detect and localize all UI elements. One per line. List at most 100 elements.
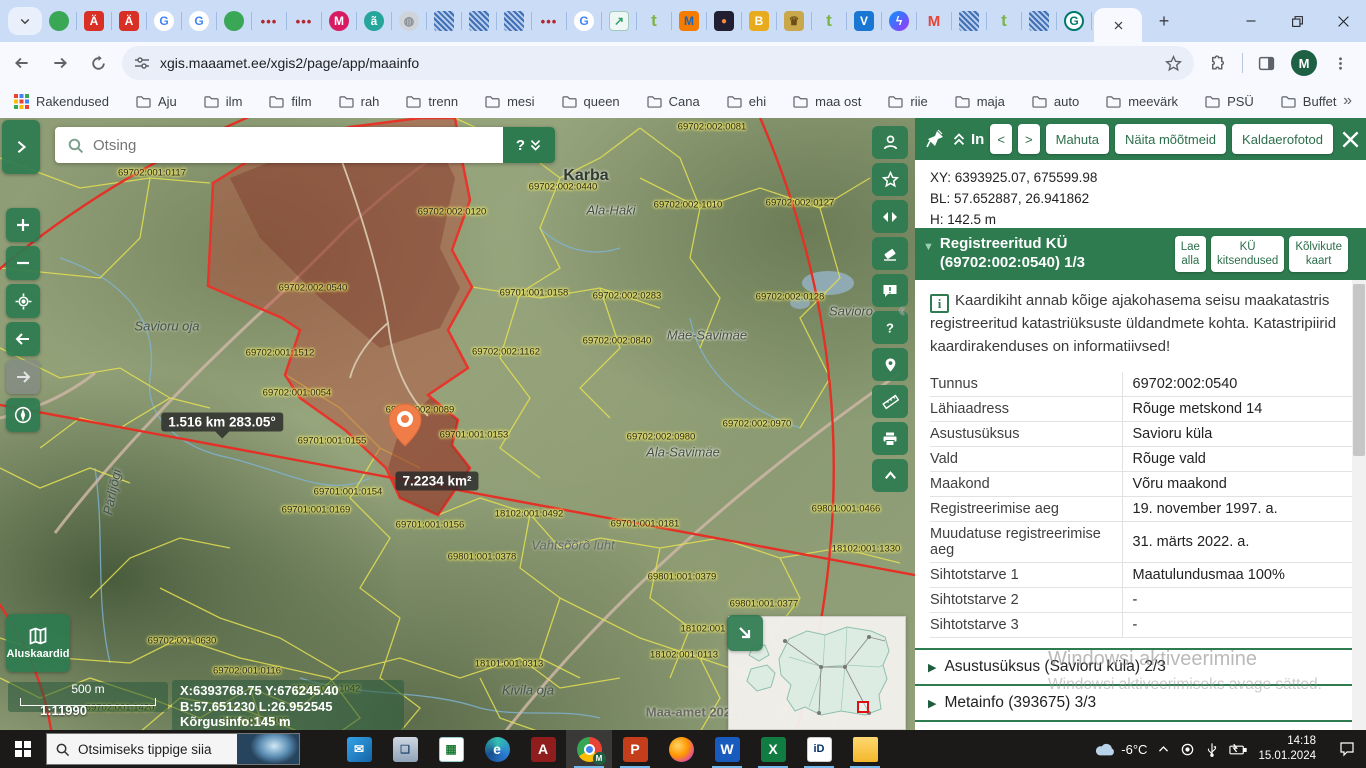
print-button[interactable] xyxy=(872,422,908,455)
usb-icon[interactable] xyxy=(1205,742,1219,757)
tab-waves[interactable] xyxy=(959,11,979,31)
taskbar-excel-app[interactable]: X xyxy=(750,730,796,768)
tab-waves[interactable] xyxy=(434,11,454,31)
search-options[interactable]: ? xyxy=(503,127,555,163)
new-tab-button[interactable]: + xyxy=(1150,7,1178,35)
collapse-toolbar-button[interactable] xyxy=(872,459,908,492)
chevrons-up-icon[interactable] xyxy=(951,131,967,147)
map-search-bar[interactable]: ? xyxy=(55,127,555,163)
bookmark-folder[interactable]: PSÜ xyxy=(1205,94,1254,109)
bookmark-folder[interactable]: rah xyxy=(339,94,380,109)
bookmark-folder[interactable]: mesi xyxy=(485,94,534,109)
tab-green-circle[interactable] xyxy=(224,11,244,31)
eraser-button[interactable] xyxy=(872,237,908,270)
panel-scrollbar-thumb[interactable] xyxy=(1353,284,1365,456)
section-button-k-kitsendused[interactable]: KÜkitsendused xyxy=(1211,236,1284,273)
taskbar-powerpoint-app[interactable]: P xyxy=(612,730,658,768)
history-back-button[interactable] xyxy=(6,322,40,356)
expand-sidebar-button[interactable] xyxy=(2,120,40,174)
menu-kebab-icon[interactable] xyxy=(1325,48,1355,78)
user-button[interactable] xyxy=(872,126,908,159)
taskbar-acrobat-app[interactable]: A xyxy=(520,730,566,768)
tab-gmail[interactable]: M xyxy=(924,11,944,31)
bookmark-folder[interactable]: maja xyxy=(955,94,1005,109)
bookmark-apps[interactable]: Rakendused xyxy=(14,94,109,109)
taskbar-file-explorer[interactable] xyxy=(842,730,888,768)
taskbar-spreadsheet-app[interactable]: ▦ xyxy=(428,730,474,768)
taskbar-remote-desktop-app[interactable]: ❑ xyxy=(382,730,428,768)
forward-icon[interactable] xyxy=(44,47,76,79)
next-feature-button[interactable]: > xyxy=(1018,124,1040,154)
search-input[interactable] xyxy=(93,137,503,154)
tab-google[interactable]: G xyxy=(574,11,594,31)
tab-dots[interactable]: ••• xyxy=(259,11,279,31)
tab-search-button[interactable] xyxy=(8,7,42,35)
close-panel-icon[interactable] xyxy=(1341,130,1360,149)
url-text[interactable]: xgis.maaamet.ee/xgis2/page/app/maainfo xyxy=(160,55,419,71)
panel-button-mahuta[interactable]: Mahuta xyxy=(1046,124,1109,154)
search-highlight-image[interactable] xyxy=(237,734,299,764)
weather-widget[interactable]: -6°C xyxy=(1094,741,1147,757)
bookmark-folder[interactable]: Cana xyxy=(647,94,700,109)
battery-plug-icon[interactable] xyxy=(1229,743,1248,756)
tab-m-pink[interactable]: M xyxy=(329,11,349,31)
tab-t-green[interactable]: t xyxy=(819,11,839,31)
search-help-button[interactable]: ? xyxy=(516,137,525,154)
notification-center-icon[interactable] xyxy=(1328,730,1366,768)
restore-icon[interactable] xyxy=(1274,0,1320,42)
tab-m-orange[interactable]: M xyxy=(679,11,699,31)
tab-v-blue[interactable]: V xyxy=(854,11,874,31)
taskbar-mail-app[interactable]: ✉ xyxy=(336,730,382,768)
extensions-icon[interactable] xyxy=(1202,48,1232,78)
tab-g-circle[interactable]: G xyxy=(1064,11,1084,31)
side-panel-icon[interactable] xyxy=(1251,48,1281,78)
bookmark-folder[interactable]: auto xyxy=(1032,94,1079,109)
back-icon[interactable] xyxy=(6,47,38,79)
tab-chart[interactable]: ↗ xyxy=(609,11,629,31)
tab-close-icon[interactable] xyxy=(1113,20,1124,31)
tab-flame[interactable]: ● xyxy=(714,11,734,31)
layer-section-header[interactable]: ▼ Registreeritud KÜ (69702:002:0540) 1/3… xyxy=(915,228,1366,280)
bookmark-folder[interactable]: queen xyxy=(562,94,620,109)
overview-toggle-button[interactable] xyxy=(727,615,763,651)
basemap-button[interactable]: Aluskaardid xyxy=(6,614,70,672)
marker-button[interactable] xyxy=(872,348,908,381)
bookmarks-overflow-icon[interactable]: » xyxy=(1343,92,1352,110)
start-button[interactable] xyxy=(0,730,46,768)
zoom-out-button[interactable] xyxy=(6,246,40,280)
favorites-button[interactable] xyxy=(872,163,908,196)
tab-seal[interactable]: ◍ xyxy=(399,11,419,31)
panel-button-kaldaerofotod[interactable]: Kaldaerofotod xyxy=(1232,124,1333,154)
bookmark-folder[interactable]: trenn xyxy=(406,94,458,109)
map-marker-pin[interactable] xyxy=(388,403,422,447)
pushpin-icon[interactable] xyxy=(925,129,945,149)
zoom-in-button[interactable] xyxy=(6,208,40,242)
tab-green-circle[interactable] xyxy=(49,11,69,31)
bookmark-folder[interactable]: maa ost xyxy=(793,94,861,109)
tab-dots[interactable]: ••• xyxy=(294,11,314,31)
tab-coat-of-arms[interactable]: ♛ xyxy=(784,11,804,31)
site-settings-icon[interactable] xyxy=(134,55,150,71)
tab-b-yellow[interactable]: B xyxy=(749,11,769,31)
taskbar-chrome-browser[interactable]: M xyxy=(566,730,612,768)
prev-feature-button[interactable]: < xyxy=(990,124,1012,154)
taskbar-search[interactable]: Otsimiseks tippige siia xyxy=(46,733,300,765)
collapsed-section[interactable]: ▶Asustusüksus (Savioru küla) 2/3 xyxy=(915,648,1352,684)
taskbar-clock[interactable]: 14:18 15.01.2024 xyxy=(1258,734,1316,764)
tab-google[interactable]: G xyxy=(189,11,209,31)
bookmark-folder[interactable]: riie xyxy=(888,94,927,109)
tab-red-a[interactable]: Ä xyxy=(84,11,104,31)
measure-button[interactable] xyxy=(872,385,908,418)
active-tab[interactable] xyxy=(1094,8,1142,42)
tab-waves[interactable] xyxy=(469,11,489,31)
tab-waves[interactable] xyxy=(504,11,524,31)
taskbar-edge-browser[interactable]: e xyxy=(474,730,520,768)
panel-button-n-ita-m-tmeid[interactable]: Näita mõõtmeid xyxy=(1115,124,1226,154)
taskbar-firefox-browser[interactable] xyxy=(658,730,704,768)
panel-collapse-handle[interactable]: ‹ xyxy=(899,300,905,321)
reload-icon[interactable] xyxy=(82,47,114,79)
section-button-k-lvikute-kaart[interactable]: Kõlvikutekaart xyxy=(1289,236,1348,273)
taskbar-word-app[interactable]: W xyxy=(704,730,750,768)
tab-a-teal[interactable]: ã xyxy=(364,11,384,31)
section-button-lae-alla[interactable]: Laealla xyxy=(1175,236,1206,273)
